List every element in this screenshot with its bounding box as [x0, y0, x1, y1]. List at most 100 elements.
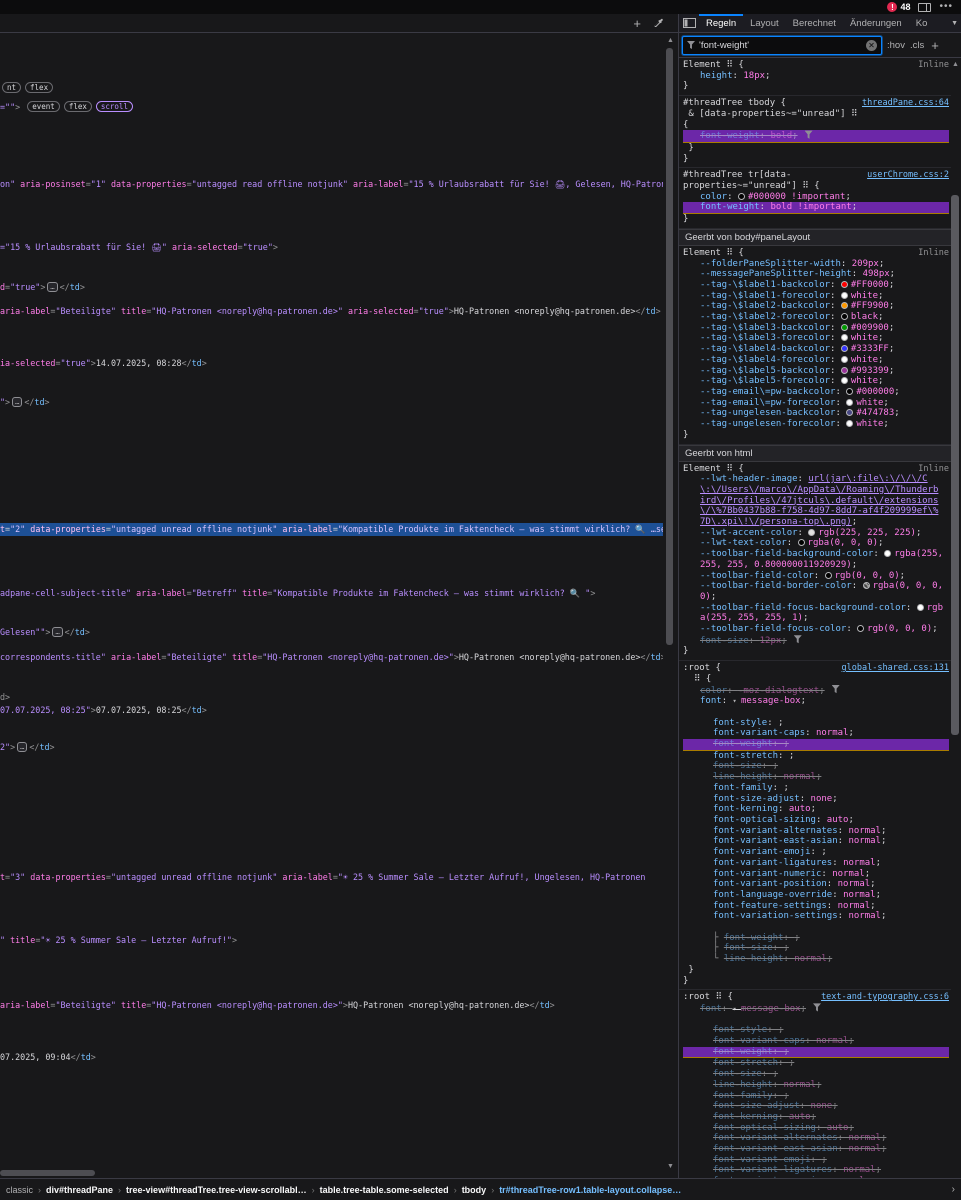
tab-layout[interactable]: Layout	[743, 14, 786, 32]
filter-match-icon[interactable]	[805, 130, 813, 139]
menu-icon[interactable]: •••	[939, 4, 953, 10]
markup-line[interactable]: ="15 % Urlaubsrabatt für Sie! 🖨" aria-se…	[0, 241, 663, 254]
css-declaration[interactable]: font-variant-caps: normal;	[683, 728, 949, 739]
markup-vertical-scrollbar[interactable]	[666, 48, 673, 645]
pseudo-class-button[interactable]: :hov	[887, 40, 905, 51]
collapsed-text-icon[interactable]: …	[12, 397, 22, 407]
css-declaration[interactable]: --tag-ungelesen-backcolor: #474783;	[683, 408, 949, 419]
breadcrumb-item[interactable]: classic	[6, 1185, 33, 1195]
stylesheet-link[interactable]: threadPane.css:64	[862, 98, 949, 109]
rules-view[interactable]: Element ⠿ {Inlineheight: 18px;}#threadTr…	[679, 58, 951, 1180]
markup-line[interactable]: adpane-cell-subject-title" aria-label="B…	[0, 587, 663, 600]
breadcrumb-item[interactable]: div#threadPane	[46, 1185, 113, 1195]
css-declaration[interactable]: font-variant-alternates: normal;	[683, 826, 949, 837]
css-declaration[interactable]: font-style: ;	[683, 1025, 949, 1036]
css-declaration[interactable]: font-size: ;	[683, 761, 949, 772]
rule-selector[interactable]: Element ⠿ {	[683, 248, 914, 259]
css-declaration[interactable]: font: ▾ message-box;	[683, 696, 949, 707]
css-declaration[interactable]: font-variant-emoji: ;	[683, 847, 949, 858]
css-declaration[interactable]: font-variant-position: normal;	[683, 879, 949, 890]
css-declaration[interactable]: font-style: ;	[683, 718, 949, 729]
css-declaration[interactable]: font-variant-ligatures: normal;	[683, 1165, 949, 1176]
css-declaration[interactable]: ├ font-size: ;	[683, 943, 949, 954]
css-declaration[interactable]: --tag-ungelesen-forecolor: white;	[683, 419, 949, 430]
color-swatch[interactable]	[841, 324, 848, 331]
color-swatch[interactable]	[884, 550, 891, 557]
rule-selector[interactable]: Element ⠿ {	[683, 464, 914, 475]
css-declaration[interactable]: color: -moz-dialogtext;	[683, 685, 949, 697]
css-declaration[interactable]: ├ font-weight: ;	[683, 933, 949, 944]
markup-line[interactable]: " title="☀ 25 % Summer Sale – Letzter Au…	[0, 934, 663, 947]
color-swatch[interactable]	[841, 313, 848, 320]
breadcrumb-item[interactable]: table.tree-table.some-selected	[320, 1185, 449, 1195]
markup-line-selected[interactable]: t="2" data-properties="untagged unread o…	[0, 523, 663, 536]
css-declaration[interactable]: font-kerning: auto;	[683, 1112, 949, 1123]
css-declaration[interactable]: --toolbar-field-color: rgb(0, 0, 0);	[683, 571, 949, 582]
css-declaration[interactable]: font-family: ;	[683, 1091, 949, 1102]
css-declaration[interactable]: --tag-\$label3-backcolor: #009900;	[683, 323, 949, 334]
css-declaration[interactable]: font-optical-sizing: auto;	[683, 1123, 949, 1134]
css-declaration[interactable]: font-variation-settings: normal;	[683, 911, 949, 922]
stylesheet-link[interactable]: userChrome.css:2	[867, 170, 949, 181]
markup-line[interactable]: =""> eventflexscroll	[0, 101, 663, 114]
css-declaration[interactable]: --lwt-header-image: url(jar\:file\:\/\/\…	[683, 474, 949, 528]
css-declaration[interactable]: font-size-adjust: none;	[683, 1101, 949, 1112]
tab-berechnet[interactable]: Berechnet	[786, 14, 843, 32]
color-swatch[interactable]	[798, 539, 805, 546]
color-swatch[interactable]	[846, 420, 853, 427]
css-declaration[interactable]: font-feature-settings: normal;	[683, 901, 949, 912]
color-swatch[interactable]	[841, 292, 848, 299]
css-declaration[interactable]: --tag-\$label3-forecolor: white;	[683, 333, 949, 344]
markup-line[interactable]: 07.07.2025, 08:25">07.07.2025, 08:25</td…	[0, 704, 663, 717]
tab-regeln[interactable]: Regeln	[699, 14, 743, 32]
css-declaration[interactable]: color: #000000 !important;	[683, 192, 949, 203]
color-swatch[interactable]	[841, 302, 848, 309]
css-declaration[interactable]: height: 18px;	[683, 71, 949, 82]
color-swatch[interactable]	[808, 529, 815, 536]
filter-match-icon[interactable]	[813, 1003, 821, 1012]
breadcrumb-item[interactable]: tree-view#threadTree.tree-view-scrollabl…	[126, 1185, 307, 1195]
css-declaration[interactable]: font-optical-sizing: auto;	[683, 815, 949, 826]
css-declaration[interactable]: font-size: 12px;	[683, 635, 949, 647]
color-swatch[interactable]	[738, 193, 745, 200]
color-swatch[interactable]	[846, 409, 853, 416]
css-declaration[interactable]: └ line-height: normal;	[683, 954, 949, 965]
css-declaration[interactable]: --toolbar-field-border-color: rgba(0, 0,…	[683, 581, 949, 602]
css-declaration[interactable]: font-weight: bold;	[683, 130, 949, 143]
markup-line[interactable]: ntflex	[0, 82, 663, 95]
css-declaration[interactable]: --tag-\$label5-forecolor: white;	[683, 376, 949, 387]
color-swatch[interactable]	[841, 377, 848, 384]
markup-line[interactable]: d>	[0, 691, 663, 704]
rules-scroll-up-icon[interactable]: ▲	[952, 61, 959, 68]
css-declaration[interactable]: font-variant-ligatures: normal;	[683, 858, 949, 869]
markup-line[interactable]: on" aria-posinset="1" data-properties="u…	[0, 178, 663, 191]
filter-match-icon[interactable]	[832, 685, 840, 694]
breadcrumb-item[interactable]: tr#threadTree-row1.table-layout.collapse…	[499, 1185, 681, 1195]
color-swatch[interactable]	[841, 281, 848, 288]
css-declaration[interactable]: --tag-\$label4-backcolor: #3333FF;	[683, 344, 949, 355]
css-declaration[interactable]: --tag-\$label2-backcolor: #FF9900;	[683, 301, 949, 312]
tab-änderungen[interactable]: Änderungen	[843, 14, 909, 32]
css-declaration[interactable]: font-size: ;	[683, 1069, 949, 1080]
color-swatch[interactable]	[841, 345, 848, 352]
filter-match-icon[interactable]	[794, 635, 802, 644]
rule-selector[interactable]: :root {	[683, 663, 838, 674]
collapsed-text-icon[interactable]: …	[52, 627, 62, 637]
rule-selector[interactable]: :root ⠿ {	[683, 992, 817, 1003]
css-declaration[interactable]: --tag-email\=pw-backcolor: #000000;	[683, 387, 949, 398]
css-declaration[interactable]: line-height: normal;	[683, 772, 949, 783]
markup-badge-flex[interactable]: flex	[64, 101, 92, 112]
css-declaration[interactable]: --toolbar-field-background-color: rgba(2…	[683, 549, 949, 570]
collapsed-text-icon[interactable]: …	[47, 282, 57, 292]
breadcrumb-item[interactable]: tbody	[462, 1185, 487, 1195]
stylesheet-link[interactable]: global-shared.css:131	[842, 663, 949, 674]
css-declaration[interactable]: font-size-adjust: none;	[683, 794, 949, 805]
rule-selector[interactable]: Element ⠿ {	[683, 60, 914, 71]
collapsed-text-icon[interactable]: …	[17, 742, 27, 752]
css-declaration[interactable]: font-weight: ;	[683, 739, 949, 751]
tab-ko[interactable]: Ko	[909, 14, 935, 32]
sidebar-toggle-icon[interactable]	[679, 14, 699, 32]
css-declaration[interactable]: line-height: normal;	[683, 1080, 949, 1091]
eyedropper-icon[interactable]	[653, 18, 664, 29]
rule-selector[interactable]: #threadTree tr[data-	[683, 170, 863, 181]
